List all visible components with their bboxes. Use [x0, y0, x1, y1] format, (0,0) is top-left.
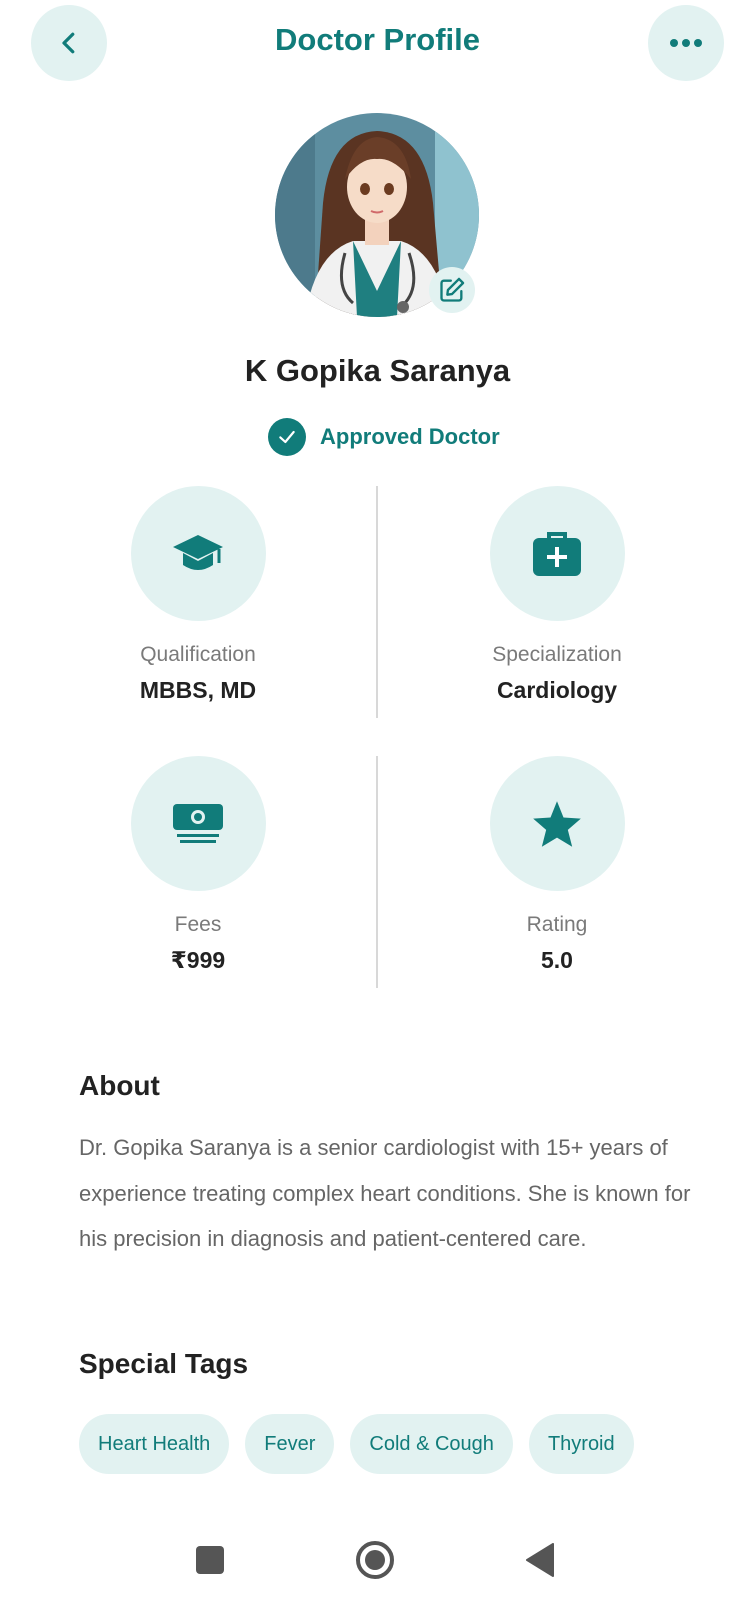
stat-value: Cardiology — [496, 677, 618, 703]
tags-list: Heart Health Fever Cold & Cough Thyroid — [79, 1414, 650, 1474]
stat-label: Fees — [174, 913, 222, 936]
more-options-button[interactable] — [648, 5, 724, 81]
stat-value: 5.0 — [541, 947, 573, 973]
triangle-back-icon — [526, 1543, 554, 1577]
tag-chip[interactable]: Cold & Cough — [350, 1414, 513, 1474]
stat-label: Specialization — [492, 643, 622, 666]
about-heading: About — [79, 1070, 160, 1101]
page-title: Doctor Profile — [275, 22, 480, 57]
tag-chip[interactable]: Fever — [245, 1414, 335, 1474]
recents-button[interactable] — [185, 1535, 235, 1585]
doctor-name: K Gopika Saranya — [244, 353, 511, 388]
about-text: Dr. Gopika Saranya is a senior cardiolog… — [79, 1135, 691, 1251]
stat-qualification: Qualification MBBS, MD — [48, 486, 348, 704]
special-tags-heading: Special Tags — [79, 1348, 249, 1379]
approved-status: Approved Doctor — [268, 418, 500, 456]
check-icon — [268, 418, 306, 456]
medical-kit-icon — [489, 486, 625, 621]
back-nav-button[interactable] — [515, 1535, 565, 1585]
tag-chip[interactable]: Thyroid — [528, 1414, 634, 1474]
home-button[interactable] — [350, 1535, 400, 1585]
edit-photo-button[interactable] — [429, 267, 475, 313]
cash-icon — [130, 756, 266, 891]
star-icon — [489, 756, 625, 891]
stat-value: ₹999 — [170, 947, 226, 973]
avatar-container — [275, 113, 479, 317]
system-nav-bar — [0, 1535, 755, 1600]
square-icon — [196, 1546, 224, 1574]
edit-icon — [440, 277, 465, 302]
stat-label: Qualification — [140, 643, 256, 666]
approved-label: Approved Doctor — [320, 424, 500, 449]
divider — [376, 756, 378, 988]
home-circle-icon — [356, 1541, 394, 1579]
tag-chip[interactable]: Heart Health — [79, 1414, 230, 1474]
stat-fees: Fees ₹999 — [48, 756, 348, 974]
graduation-cap-icon — [130, 486, 266, 621]
stat-value: MBBS, MD — [139, 677, 257, 703]
stat-specialization: Specialization Cardiology — [407, 486, 707, 704]
more-dots-icon — [670, 39, 702, 47]
divider — [376, 486, 378, 718]
stat-label: Rating — [526, 913, 588, 936]
stat-rating: Rating 5.0 — [407, 756, 707, 974]
